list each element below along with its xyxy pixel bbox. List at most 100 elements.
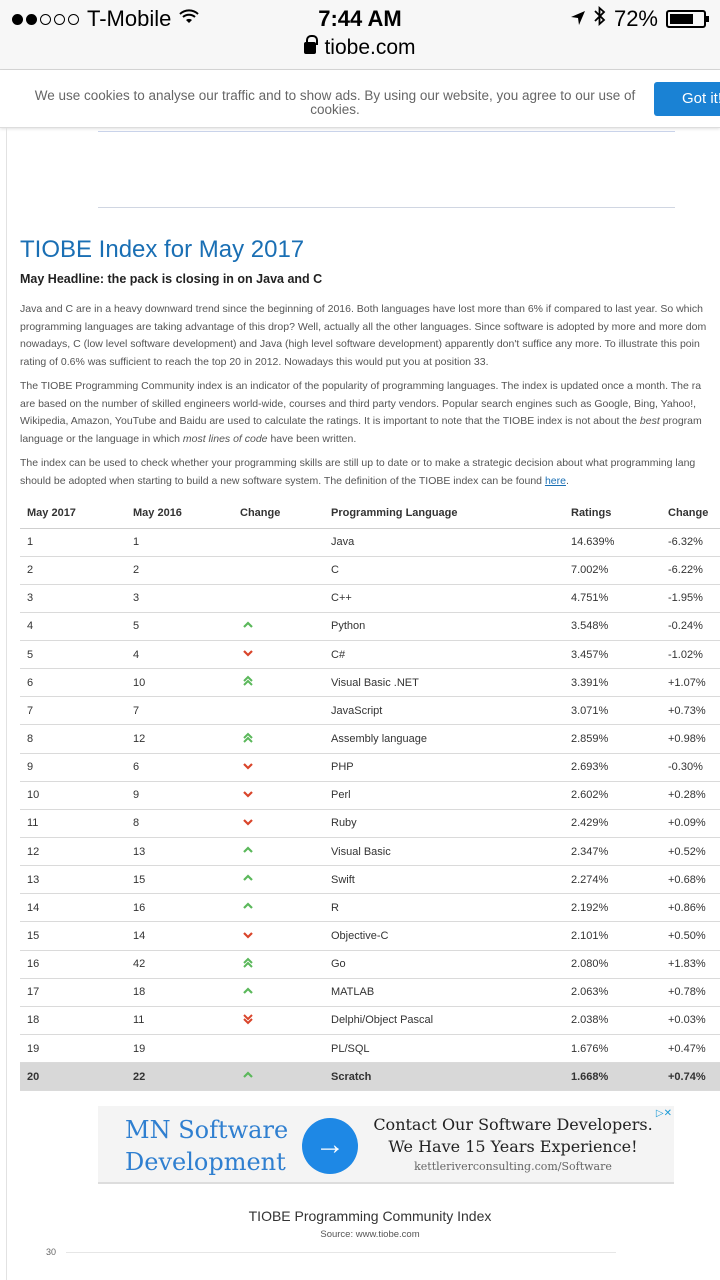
rank-2017-cell: 14 [20, 893, 126, 923]
status-right: 72% [570, 5, 709, 32]
change-cell: -0.24% [661, 612, 720, 642]
chart-gridline [66, 1252, 616, 1253]
rank-2016-cell: 3 [126, 584, 233, 613]
definition-link[interactable]: here [545, 475, 566, 487]
language-cell: PL/SQL [324, 1034, 564, 1064]
emphasis: most lines of code [182, 432, 268, 445]
rank-2017-cell: 12 [20, 837, 126, 867]
rating-cell: 3.391% [564, 668, 661, 698]
rating-cell: 2.038% [564, 1006, 661, 1036]
paragraph-line: are based on the number of skilled engin… [20, 397, 697, 410]
divider [98, 131, 675, 132]
trend-cell [233, 724, 324, 754]
rank-2016-cell: 18 [126, 978, 233, 1007]
accept-cookies-button[interactable]: Got it! [654, 82, 720, 116]
table-row: 16 42 Go 2.080% +1.83% [20, 950, 720, 979]
rank-2016-cell: 10 [126, 668, 233, 698]
arrow-right-icon[interactable]: → [302, 1118, 358, 1174]
change-cell: -1.95% [661, 584, 720, 613]
trend-cell [233, 921, 324, 951]
change-cell: -6.22% [661, 556, 720, 585]
ad-message[interactable]: Contact Our Software Developers. We Have… [368, 1114, 658, 1158]
language-cell: Scratch [324, 1062, 564, 1092]
rank-2017-cell: 15 [20, 921, 126, 951]
column-header: Change [661, 498, 720, 529]
divider [98, 207, 675, 208]
language-cell: PHP [324, 753, 564, 782]
table-row: 14 16 R 2.192% +0.86% [20, 893, 720, 923]
column-header: Programming Language [324, 498, 564, 529]
rating-cell: 2.101% [564, 921, 661, 951]
trend-cell [233, 1006, 324, 1036]
language-cell: Visual Basic [324, 837, 564, 867]
change-cell: +0.50% [661, 921, 720, 951]
rank-2017-cell: 11 [20, 809, 126, 839]
rank-2016-cell: 11 [126, 1006, 233, 1036]
address-bar[interactable]: tiobe.com [0, 35, 720, 70]
table-row: 12 13 Visual Basic 2.347% +0.52% [20, 837, 720, 867]
trend-cell [233, 584, 324, 613]
rank-2017-cell: 18 [20, 1006, 126, 1036]
column-header: May 2017 [20, 498, 126, 529]
language-cell: Assembly language [324, 724, 564, 754]
page-content: TIOBE Index for May 2017 May Headline: t… [0, 128, 720, 1280]
rating-cell: 2.274% [564, 865, 661, 895]
text-span: have been written. [270, 432, 357, 445]
table-row: 3 3 C++ 4.751% -1.95% [20, 584, 720, 613]
change-cell: +0.03% [661, 1006, 720, 1036]
trend-cell [233, 781, 324, 810]
language-cell: Delphi/Object Pascal [324, 1006, 564, 1036]
url-domain[interactable]: tiobe.com [324, 36, 415, 59]
chevron-down-icon [242, 648, 253, 658]
trend-cell [233, 640, 324, 670]
chart-title: TIOBE Programming Community Index [248, 1208, 492, 1224]
battery-icon [666, 10, 709, 28]
rating-cell: 1.676% [564, 1034, 661, 1064]
change-cell: +1.83% [661, 950, 720, 979]
ad-url[interactable]: kettleriverconsulting.com/Software [368, 1160, 658, 1173]
table-row: 6 10 Visual Basic .NET 3.391% +1.07% [20, 668, 720, 698]
adchoices-icon[interactable]: ▷✕ [656, 1108, 672, 1119]
column-header: Change [233, 498, 324, 529]
paragraph-line: Java and C are in a heavy downward trend… [20, 303, 703, 315]
rank-2017-cell: 7 [20, 696, 126, 726]
rank-2017-cell: 9 [20, 753, 126, 782]
advertisement[interactable]: MN Software Development → Contact Our So… [98, 1106, 674, 1184]
paragraph-line: programming languages are taking advanta… [20, 320, 707, 333]
language-cell: C++ [324, 584, 564, 613]
rank-2017-cell: 17 [20, 978, 126, 1007]
language-cell: Visual Basic .NET [324, 668, 564, 698]
table-row: 18 11 Delphi/Object Pascal 2.038% +0.03% [20, 1006, 720, 1036]
language-cell: Java [324, 528, 564, 557]
paragraph-line: nowadays, C (low level software developm… [20, 338, 700, 350]
table-row: 9 6 PHP 2.693% -0.30% [20, 753, 720, 782]
column-header: May 2016 [126, 498, 233, 529]
double-chevron-up-icon [242, 675, 253, 686]
table-row: 1 1 Java 14.639% -6.32% [20, 528, 720, 557]
ad-brand[interactable]: MN Software Development [125, 1114, 288, 1178]
change-cell: +0.28% [661, 781, 720, 810]
rating-cell: 1.668% [564, 1062, 661, 1092]
paragraph-intro: Java and C are in a heavy downward trend… [20, 301, 720, 371]
chevron-up-icon [242, 986, 253, 996]
language-cell: Perl [324, 781, 564, 810]
chevron-down-icon [242, 930, 253, 940]
rank-2016-cell: 5 [126, 612, 233, 642]
trend-cell [233, 668, 324, 698]
rank-2016-cell: 14 [126, 921, 233, 951]
rating-cell: 2.080% [564, 950, 661, 979]
bluetooth-icon [594, 5, 606, 32]
chevron-up-icon [242, 873, 253, 883]
language-cell: Ruby [324, 809, 564, 839]
paragraph-line: The TIOBE Programming Community index is… [20, 380, 702, 392]
rank-2017-cell: 2 [20, 556, 126, 585]
trend-cell [233, 1034, 324, 1064]
language-cell: R [324, 893, 564, 923]
paragraph-line: should be adopted when starting to build… [20, 473, 720, 491]
change-cell: +0.52% [661, 837, 720, 867]
lock-icon [304, 35, 319, 54]
rank-2016-cell: 42 [126, 950, 233, 979]
rank-2017-cell: 20 [20, 1062, 126, 1092]
double-chevron-down-icon [242, 1013, 253, 1025]
text-span: program [662, 415, 702, 427]
